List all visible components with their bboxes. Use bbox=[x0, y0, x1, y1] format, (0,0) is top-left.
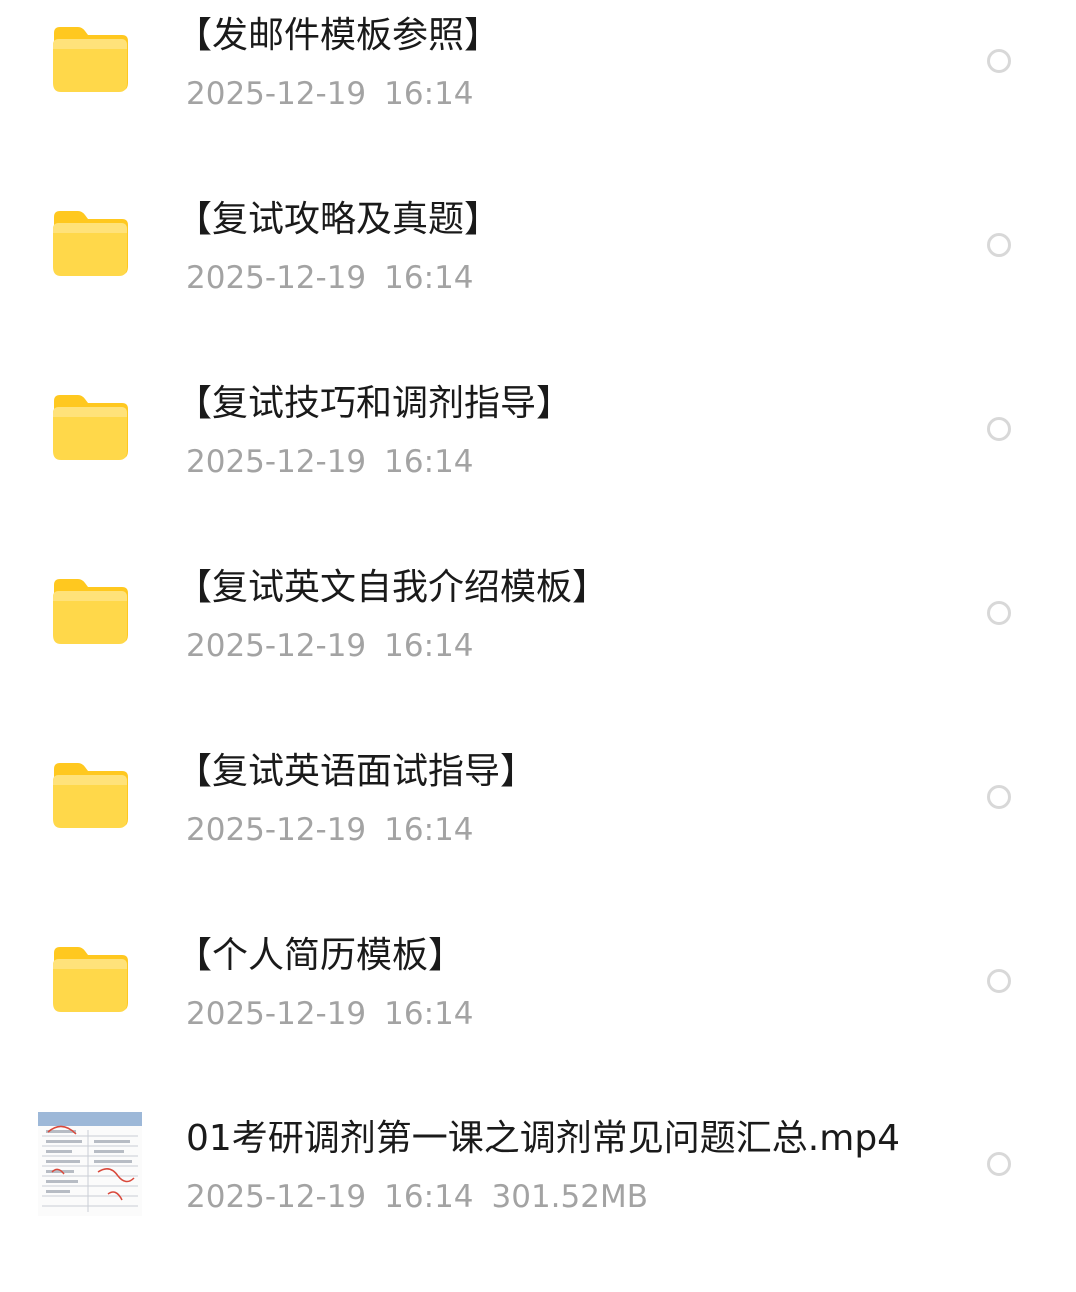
select-radio[interactable] bbox=[987, 49, 1011, 73]
list-item-folder[interactable]: 【复试技巧和调剂指导】 2025-12-19 16:14 bbox=[0, 373, 1076, 557]
item-time: 16:14 bbox=[384, 1179, 474, 1215]
select-radio[interactable] bbox=[987, 233, 1011, 257]
list-item-folder[interactable]: 【发邮件模板参照】 2025-12-19 16:14 bbox=[0, 5, 1076, 189]
item-name: 【发邮件模板参照】 bbox=[176, 15, 501, 56]
item-date: 2025-12-19 bbox=[186, 76, 367, 112]
select-radio[interactable] bbox=[987, 1152, 1011, 1176]
item-meta: 2025-12-19 16:14 bbox=[186, 75, 474, 113]
item-name: 01考研调剂第一课之调剂常见问题汇总.mp4 bbox=[186, 1118, 901, 1159]
item-time: 16:14 bbox=[384, 812, 474, 848]
item-date: 2025-12-19 bbox=[186, 996, 367, 1032]
select-radio[interactable] bbox=[987, 785, 1011, 809]
item-name: 【复试技巧和调剂指导】 bbox=[176, 383, 573, 424]
folder-icon bbox=[53, 579, 128, 644]
item-meta: 2025-12-19 16:14 301.52MB bbox=[186, 1178, 648, 1216]
item-size: 301.52MB bbox=[491, 1179, 648, 1215]
item-name: 【个人简历模板】 bbox=[176, 935, 465, 976]
folder-icon bbox=[53, 763, 128, 828]
item-date: 2025-12-19 bbox=[186, 1179, 367, 1215]
item-meta: 2025-12-19 16:14 bbox=[186, 259, 474, 297]
item-time: 16:14 bbox=[384, 628, 474, 664]
list-item-video-file[interactable]: 01考研调剂第一课之调剂常见问题汇总.mp4 2025-12-19 16:14 30… bbox=[0, 1108, 1076, 1292]
item-time: 16:14 bbox=[384, 260, 474, 296]
item-name: 【复试英文自我介绍模板】 bbox=[176, 567, 609, 608]
folder-icon bbox=[53, 27, 128, 92]
item-date: 2025-12-19 bbox=[186, 444, 367, 480]
folder-icon bbox=[53, 947, 128, 1012]
item-meta: 2025-12-19 16:14 bbox=[186, 811, 474, 849]
item-date: 2025-12-19 bbox=[186, 812, 367, 848]
file-list: 【发邮件模板参照】 2025-12-19 16:14 【复试攻略及真题】 2025… bbox=[0, 0, 1076, 1277]
list-item-folder[interactable]: 【复试英文自我介绍模板】 2025-12-19 16:14 bbox=[0, 557, 1076, 741]
item-time: 16:14 bbox=[384, 996, 474, 1032]
select-radio[interactable] bbox=[987, 969, 1011, 993]
item-date: 2025-12-19 bbox=[186, 260, 367, 296]
select-radio[interactable] bbox=[987, 601, 1011, 625]
list-item-folder[interactable]: 【复试攻略及真题】 2025-12-19 16:14 bbox=[0, 189, 1076, 373]
select-radio[interactable] bbox=[987, 417, 1011, 441]
video-thumbnail bbox=[38, 1112, 142, 1216]
item-date: 2025-12-19 bbox=[186, 628, 367, 664]
item-meta: 2025-12-19 16:14 bbox=[186, 443, 474, 481]
item-time: 16:14 bbox=[384, 76, 474, 112]
folder-icon bbox=[53, 211, 128, 276]
list-item-folder[interactable]: 【个人简历模板】 2025-12-19 16:14 bbox=[0, 925, 1076, 1109]
list-item-folder[interactable]: 【复试英语面试指导】 2025-12-19 16:14 bbox=[0, 741, 1076, 925]
item-meta: 2025-12-19 16:14 bbox=[186, 995, 474, 1033]
item-name: 【复试攻略及真题】 bbox=[176, 199, 501, 240]
item-meta: 2025-12-19 16:14 bbox=[186, 627, 474, 665]
item-time: 16:14 bbox=[384, 444, 474, 480]
item-name: 【复试英语面试指导】 bbox=[176, 751, 537, 792]
folder-icon bbox=[53, 395, 128, 460]
